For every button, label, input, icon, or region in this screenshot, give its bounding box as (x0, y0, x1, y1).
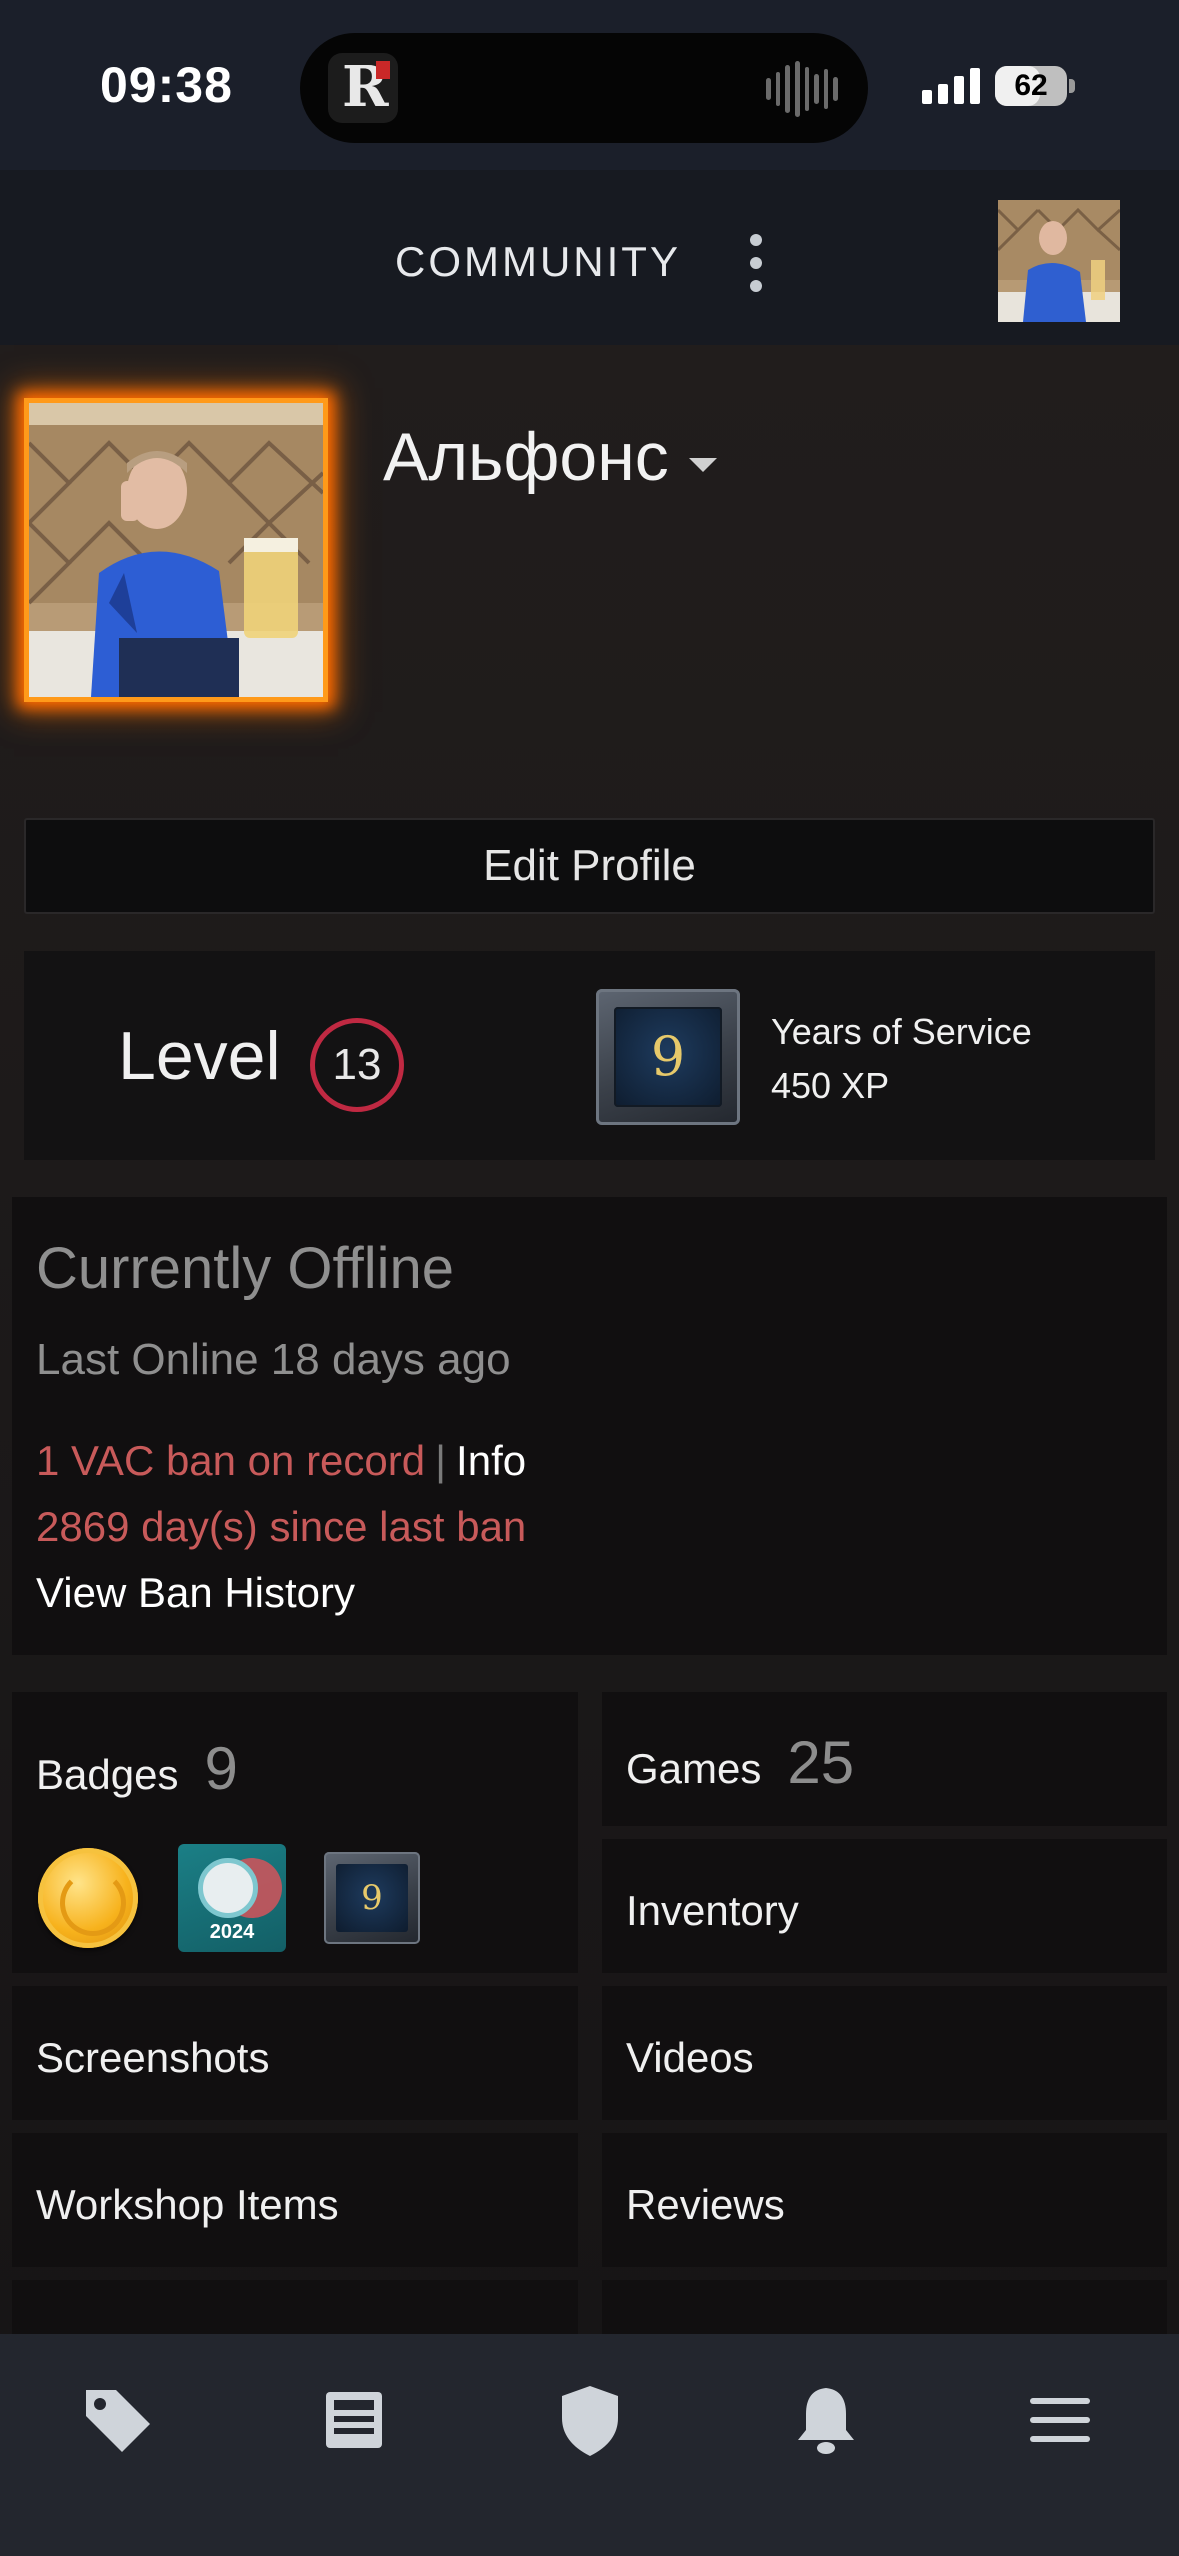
chevron-down-icon[interactable] (688, 458, 717, 472)
vac-info-link[interactable]: Info (456, 1437, 526, 1484)
badge-xp: 450 XP (771, 1065, 890, 1106)
last-online: Last Online 18 days ago (36, 1335, 511, 1384)
status-bar: 09:38 R 62 (0, 0, 1179, 170)
online-status: Currently Offline (36, 1236, 454, 1301)
years-of-service-badge-icon[interactable]: 9 (596, 989, 740, 1125)
badge-title: Years of Service (771, 1011, 1032, 1052)
screenshots-label: Screenshots (36, 2034, 270, 2081)
header-avatar[interactable] (998, 200, 1120, 322)
games-label: Games (626, 1745, 762, 1792)
status-panel: Currently Offline Last Online 18 days ag… (12, 1197, 1167, 1655)
videos-label: Videos (626, 2034, 754, 2081)
island-app-icon: R (328, 53, 398, 123)
vac-ban-text: 1 VAC ban on record (36, 1437, 426, 1484)
inventory-tile[interactable]: Inventory (602, 1839, 1167, 1973)
store-tag-icon[interactable] (78, 2380, 158, 2460)
vac-separator: | (435, 1437, 447, 1484)
notifications-bell-icon[interactable] (786, 2380, 866, 2460)
level-panel[interactable]: Level 13 9 Years of Service 450 XP (24, 951, 1155, 1160)
audio-wave-icon (766, 61, 838, 117)
view-ban-history-link[interactable]: View Ban History (36, 1569, 355, 1617)
years-of-service-badge-icon[interactable]: 9 (324, 1852, 420, 1944)
steam-2024-badge-icon[interactable]: 2024 (178, 1844, 286, 1952)
persona-name-row[interactable]: Альфонс (383, 418, 717, 496)
page-title: COMMUNITY (395, 238, 681, 285)
more-vertical-icon[interactable] (744, 234, 768, 292)
profile-avatar[interactable] (24, 398, 328, 702)
screenshots-tile[interactable]: Screenshots (12, 1986, 578, 2120)
battery-percent: 62 (1014, 69, 1048, 102)
badges-label: Badges (36, 1751, 179, 1798)
days-since-ban: 2869 day(s) since last ban (36, 1503, 527, 1550)
news-icon[interactable] (314, 2380, 394, 2460)
guard-shield-icon[interactable] (550, 2380, 630, 2460)
reviews-tile[interactable]: Reviews (602, 2133, 1167, 2267)
menu-hamburger-icon[interactable] (1020, 2380, 1100, 2460)
battery-icon: 62 (995, 66, 1067, 106)
games-tile[interactable]: Games 25 (602, 1692, 1167, 1826)
badges-count: 9 (204, 1735, 238, 1802)
signal-icon (922, 66, 980, 104)
persona-name: Альфонс (383, 419, 669, 495)
edit-profile-button[interactable]: Edit Profile (24, 818, 1155, 914)
games-count: 25 (787, 1729, 855, 1796)
workshop-items-label: Workshop Items (36, 2181, 339, 2228)
favorite-badge-info: Years of Service 450 XP (771, 1005, 1032, 1113)
badge-showcase: 2024 9 (38, 1844, 420, 1952)
workshop-items-tile[interactable]: Workshop Items (12, 2133, 578, 2267)
videos-tile[interactable]: Videos (602, 1986, 1167, 2120)
level-label: Level (118, 1018, 281, 1094)
inventory-label: Inventory (626, 1887, 799, 1934)
medal-badge-icon[interactable] (38, 1848, 138, 1948)
reviews-label: Reviews (626, 2181, 785, 2228)
clock: 09:38 (100, 57, 233, 113)
next-tile-partial[interactable] (602, 2280, 1167, 2334)
dynamic-island[interactable]: R (300, 33, 868, 143)
level-badge: 13 (310, 1018, 404, 1112)
badges-tile[interactable]: Badges 9 2024 9 (12, 1692, 578, 1973)
vac-ban-line: 1 VAC ban on record | Info (36, 1437, 526, 1485)
next-tile-partial[interactable] (12, 2280, 578, 2334)
